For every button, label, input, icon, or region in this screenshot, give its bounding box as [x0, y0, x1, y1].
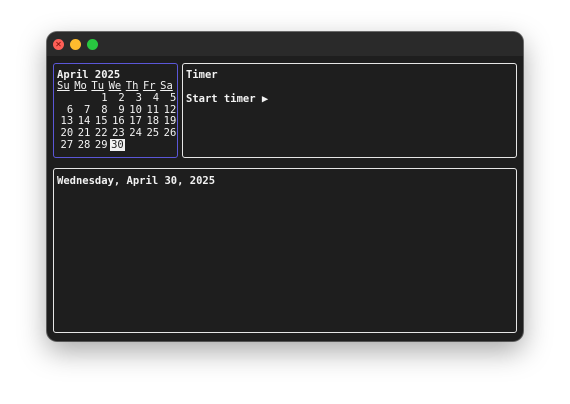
current-date-text: Wednesday, April 30, 2025 — [57, 175, 216, 187]
calendar-day-label: 16 — [112, 115, 125, 128]
calendar-day[interactable]: 24 — [125, 127, 142, 140]
calendar-day-label: 21 — [77, 127, 91, 140]
minimize-window-button[interactable] — [70, 39, 81, 50]
calendar-day[interactable]: 30 — [108, 138, 125, 152]
timer-title: Timer — [186, 69, 218, 81]
calendar-day-label: 18 — [146, 115, 160, 128]
calendar-day-label: 13 — [60, 115, 74, 128]
calendar-day-label: 17 — [129, 115, 142, 128]
calendar-day-label: 12 — [163, 103, 177, 116]
calendar-day-label: 15 — [94, 115, 108, 128]
app-window: ✕ April 2025 Su Mo Tu We Th Fr Sa 1 2 3 4 5 6 7 8 9 10 11… — [47, 32, 523, 341]
calendar-day[interactable]: 27 — [56, 138, 74, 152]
close-window-button[interactable]: ✕ — [53, 39, 64, 50]
calendar-day-label: 22 — [94, 127, 108, 140]
weekday-header: Mo — [74, 80, 87, 92]
calendar-day-label: 26 — [163, 127, 177, 140]
maximize-window-button[interactable] — [87, 39, 98, 50]
calendar-day-label: 11 — [146, 103, 160, 116]
calendar-day-label: 14 — [77, 115, 91, 128]
calendar-day-label: 20 — [60, 127, 74, 140]
calendar-day[interactable]: 26 — [159, 127, 177, 140]
close-icon: ✕ — [55, 40, 62, 49]
calendar-panel[interactable]: April 2025 Su Mo Tu We Th Fr Sa 1 2 3 4 5 6 7 8 9 10 11 12… — [53, 63, 178, 158]
calendar-empty-cell — [142, 140, 159, 152]
calendar-day-label: 30 — [110, 138, 125, 151]
calendar-day-label: 27 — [60, 138, 74, 151]
timer-panel: Timer Start timer ▶ — [182, 63, 517, 158]
calendar-day-label: 28 — [77, 138, 91, 151]
calendar-day-label: 19 — [163, 115, 177, 128]
calendar-empty-cell — [159, 140, 176, 152]
calendar-day-label: 29 — [94, 138, 108, 151]
calendar-day[interactable]: 25 — [142, 127, 160, 140]
calendar-day-label: 23 — [112, 127, 125, 140]
weekday-header: Su — [57, 80, 70, 92]
calendar-day-label: 25 — [146, 127, 160, 140]
calendar-day[interactable]: 28 — [73, 138, 91, 152]
calendar-grid: Su Mo Tu We Th Fr Sa 1 2 3 4 5 6 7 8 9 10 11 12 13 14 15 16 17 1… — [56, 80, 177, 152]
title-bar[interactable]: ✕ — [47, 32, 523, 56]
calendar-day-label: 24 — [129, 127, 142, 140]
start-timer-button[interactable]: Start timer ▶ — [186, 93, 268, 105]
calendar-day[interactable]: 29 — [90, 138, 108, 152]
date-panel: Wednesday, April 30, 2025 — [53, 168, 517, 333]
calendar-day-label: 5 — [169, 91, 177, 104]
calendar-day-label: 10 — [129, 103, 142, 116]
calendar-empty-cell — [125, 140, 142, 152]
